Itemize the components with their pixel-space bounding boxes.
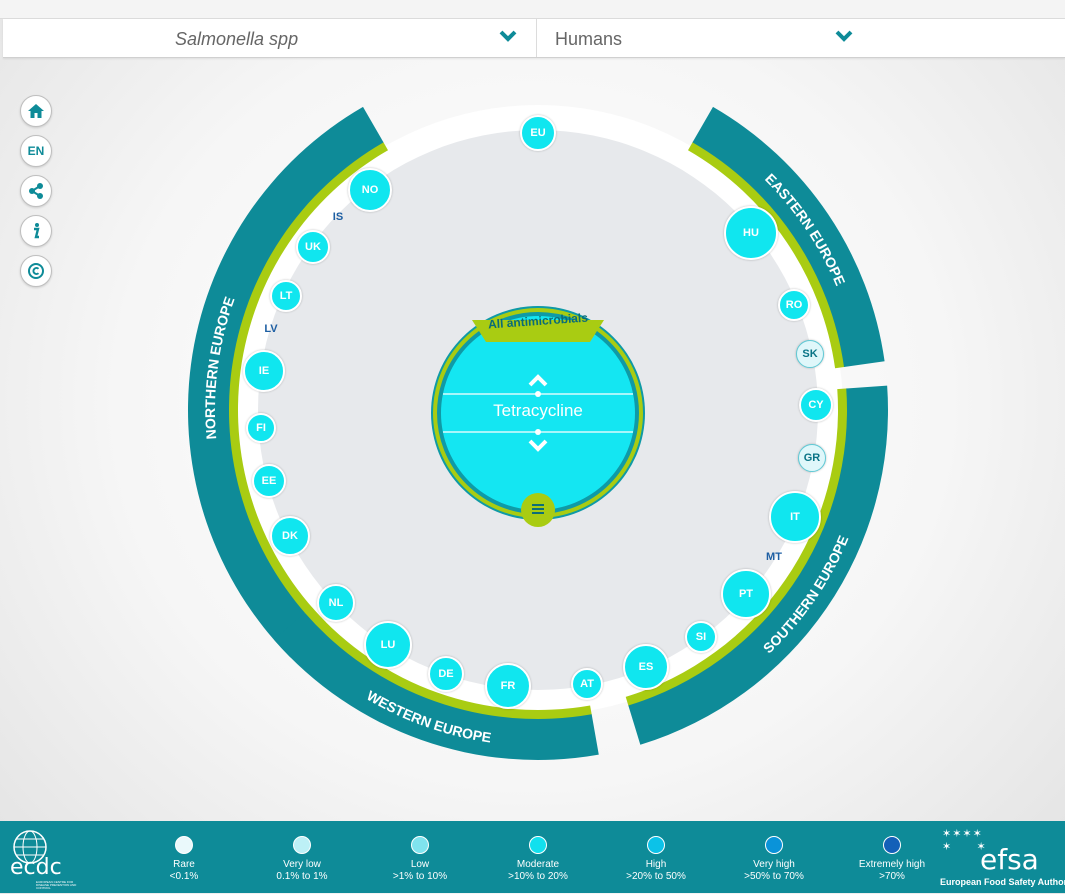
country-lu[interactable]: LU	[364, 621, 412, 669]
country-fi[interactable]: FI	[246, 413, 276, 443]
legend-label: High	[645, 859, 667, 870]
legend-high: High >20% to 50%	[601, 836, 711, 883]
legend-swatch	[175, 836, 193, 854]
country-de[interactable]: DE	[428, 656, 464, 692]
legend-swatch	[647, 836, 665, 854]
legend-range: 0.1% to 1%	[276, 871, 328, 882]
center-divider-dot	[535, 429, 541, 435]
legend-label: Very high	[753, 859, 795, 870]
ecdc-logo-text: ecdc	[10, 855, 62, 880]
chevron-down-icon	[528, 439, 548, 452]
country-ee[interactable]: EE	[252, 464, 286, 498]
legend-swatch	[529, 836, 547, 854]
legend-label: Very low	[283, 859, 321, 870]
legend-very-high: Very high >50% to 70%	[719, 836, 829, 883]
country-no[interactable]: NO	[348, 168, 392, 212]
country-dk[interactable]: DK	[270, 516, 310, 556]
country-hu[interactable]: HU	[724, 206, 778, 260]
efsa-logo: ✶✶✶✶ ✶ ✶ efsa European Food Safety Author…	[938, 825, 1065, 889]
selected-antimicrobial: Tetracycline	[493, 401, 583, 420]
country-is[interactable]: IS	[333, 211, 343, 223]
legend-range: >20% to 50%	[626, 871, 686, 882]
country-si[interactable]: SI	[685, 621, 717, 653]
legend-range: >50% to 70%	[744, 871, 804, 882]
legend-label: Moderate	[516, 859, 560, 870]
legend-swatch	[293, 836, 311, 854]
efsa-logo-text: efsa	[980, 843, 1039, 876]
antimicrobial-menu-button[interactable]	[529, 502, 547, 516]
country-cy[interactable]: CY	[799, 388, 833, 422]
center-divider-dot	[535, 391, 541, 397]
ecdc-logo-subtitle: EUROPEAN CENTRE FOR DISEASE PREVENTION A…	[36, 880, 77, 890]
country-pt[interactable]: PT	[721, 569, 771, 619]
legend-moderate: Moderate >10% to 20%	[483, 836, 593, 883]
legend-label: Low	[410, 859, 430, 870]
country-sk[interactable]: SK	[796, 340, 824, 368]
country-it[interactable]: IT	[769, 491, 821, 543]
country-es[interactable]: ES	[623, 644, 669, 690]
legend-rare: Rare <0.1%	[129, 836, 239, 883]
legend-label: Rare	[173, 859, 195, 870]
legend-label: Extremely high	[858, 859, 926, 870]
country-gr[interactable]: GR	[798, 444, 826, 472]
legend-very-low: Very low 0.1% to 1%	[247, 836, 357, 883]
legend-range: <0.1%	[169, 871, 199, 882]
country-lv[interactable]: LV	[264, 323, 277, 335]
country-mt[interactable]: MT	[766, 551, 782, 563]
legend-low: Low >1% to 10%	[365, 836, 475, 883]
country-ro[interactable]: RO	[778, 289, 810, 321]
country-uk[interactable]: UK	[296, 230, 330, 264]
legend-swatch	[883, 836, 901, 854]
legend-range: >10% to 20%	[508, 871, 568, 882]
ecdc-logo: ecdc EUROPEAN CENTRE FOR DISEASE PREVENT…	[6, 825, 86, 890]
legend-swatch	[765, 836, 783, 854]
next-antimicrobial-button[interactable]	[526, 438, 550, 454]
country-eu[interactable]: EU	[520, 115, 556, 151]
menu-icon	[532, 504, 544, 514]
country-ie[interactable]: IE	[243, 350, 285, 392]
chevron-up-icon	[528, 374, 548, 387]
legend-extremely-high: Extremely high >70%	[837, 836, 947, 883]
efsa-logo-subtitle: European Food Safety Authority	[940, 877, 1065, 887]
country-lt[interactable]: LT	[270, 280, 302, 312]
legend-range: >70%	[879, 871, 905, 882]
country-nl[interactable]: NL	[317, 584, 355, 622]
country-at[interactable]: AT	[571, 668, 603, 700]
legend-range: >1% to 10%	[392, 871, 448, 882]
footer-legend: ecdc EUROPEAN CENTRE FOR DISEASE PREVENT…	[0, 821, 1065, 893]
country-fr[interactable]: FR	[485, 663, 531, 709]
previous-antimicrobial-button[interactable]	[526, 372, 550, 388]
legend-swatch	[411, 836, 429, 854]
